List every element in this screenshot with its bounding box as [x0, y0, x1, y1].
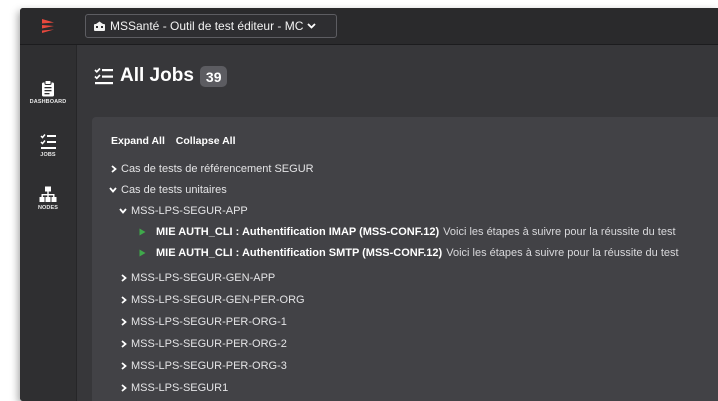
play-icon[interactable] — [139, 249, 146, 257]
chevron-right-icon — [121, 362, 127, 370]
sidebar-item-label: DASHBOARD — [29, 99, 67, 105]
collapse-all-link[interactable]: Collapse All — [176, 135, 236, 147]
chevron-right-icon — [121, 384, 127, 392]
tree-subgroup-segur-per-org-2[interactable]: MSS-LPS-SEGUR-PER-ORG-2 — [121, 338, 287, 350]
job-row-imap[interactable]: MIE AUTH_CLI : Authentification IMAP (MS… — [139, 226, 676, 238]
chevron-right-icon — [121, 274, 127, 282]
chevron-right-icon — [121, 296, 127, 304]
brand-chevrons-icon[interactable] — [20, 8, 76, 44]
tree-subgroup-label: MSS-LPS-SEGUR-PER-ORG-3 — [131, 360, 287, 372]
tree-subgroup-label: MSS-LPS-SEGUR-GEN-PER-ORG — [131, 294, 305, 306]
sidebar-item-label: JOBS — [40, 152, 56, 158]
chevron-right-icon — [121, 318, 127, 326]
main-content: All Jobs 39 Expand All Collapse All Cas … — [77, 45, 718, 401]
tree-subgroup-segur-gen-app[interactable]: MSS-LPS-SEGUR-GEN-APP — [121, 272, 275, 284]
tree-group-referencement[interactable]: Cas de tests de référencement SEGUR — [111, 163, 314, 175]
clipboard-icon — [42, 80, 54, 97]
app-window: MSSanté - Outil de test éditeur - MC DAS… — [20, 8, 718, 401]
tree-subgroup-segur1[interactable]: MSS-LPS-SEGUR1 — [121, 382, 228, 394]
tree-subgroup-segur-per-org-1[interactable]: MSS-LPS-SEGUR-PER-ORG-1 — [121, 316, 287, 328]
sidebar-item-dashboard[interactable]: DASHBOARD — [20, 80, 76, 105]
job-description: Voici les étapes à suivre pour la réussi… — [443, 226, 676, 238]
tree-subgroup-segur-per-org-3[interactable]: MSS-LPS-SEGUR-PER-ORG-3 — [121, 360, 287, 372]
tree-subgroup-label: MSS-LPS-SEGUR-PER-ORG-1 — [131, 316, 287, 328]
job-list-icon — [39, 134, 56, 149]
tree-subgroup-label: MSS-LPS-SEGUR1 — [131, 382, 229, 394]
project-icon — [93, 21, 106, 32]
tree-actions: Expand All Collapse All — [111, 135, 244, 147]
page-title-text: All Jobs — [120, 65, 194, 86]
job-count-badge: 39 — [199, 65, 228, 87]
tree-group-label: Cas de tests unitaires — [121, 184, 227, 196]
tree-subgroup-segur-gen-per-org[interactable]: MSS-LPS-SEGUR-GEN-PER-ORG — [121, 294, 305, 306]
sidebar-item-nodes[interactable]: NODES — [20, 186, 76, 211]
project-selector[interactable]: MSSanté - Outil de test éditeur - MC — [85, 14, 337, 38]
chevron-right-icon — [121, 340, 127, 348]
play-icon[interactable] — [139, 228, 146, 236]
top-bar: MSSanté - Outil de test éditeur - MC — [20, 8, 718, 45]
chevron-down-icon — [119, 208, 127, 214]
job-title[interactable]: MIE AUTH_CLI : Authentification SMTP (MS… — [156, 247, 442, 259]
tree-subgroup-segur-app[interactable]: MSS-LPS-SEGUR-APP — [119, 205, 248, 217]
tree-subgroup-label: MSS-LPS-SEGUR-APP — [131, 205, 248, 217]
job-description: Voici les étapes à suivre pour la réussi… — [446, 247, 679, 259]
nodes-icon — [39, 186, 57, 202]
tree-group-unitaires[interactable]: Cas de tests unitaires — [109, 184, 227, 196]
sidebar-item-jobs[interactable]: JOBS — [20, 133, 76, 158]
jobs-panel: Expand All Collapse All Cas de tests de … — [92, 117, 718, 401]
job-row-smtp[interactable]: MIE AUTH_CLI : Authentification SMTP (MS… — [139, 247, 679, 259]
chevron-down-icon — [307, 23, 317, 29]
tree-subgroup-label: MSS-LPS-SEGUR-GEN-APP — [131, 272, 276, 284]
job-title[interactable]: MIE AUTH_CLI : Authentification IMAP (MS… — [156, 226, 439, 238]
sidebar-item-label: NODES — [37, 205, 59, 211]
chevron-down-icon — [109, 187, 117, 193]
project-name: MSSanté - Outil de test éditeur - MC — [110, 19, 304, 33]
sidebar: DASHBOARD JOBS NODES — [20, 45, 77, 401]
chevron-right-icon — [111, 165, 117, 173]
tree-group-label: Cas de tests de référencement SEGUR — [121, 163, 314, 175]
job-list-icon — [94, 67, 114, 85]
expand-all-link[interactable]: Expand All — [111, 135, 165, 147]
page-title: All Jobs 39 — [94, 65, 228, 87]
tree-subgroup-label: MSS-LPS-SEGUR-PER-ORG-2 — [131, 338, 287, 350]
